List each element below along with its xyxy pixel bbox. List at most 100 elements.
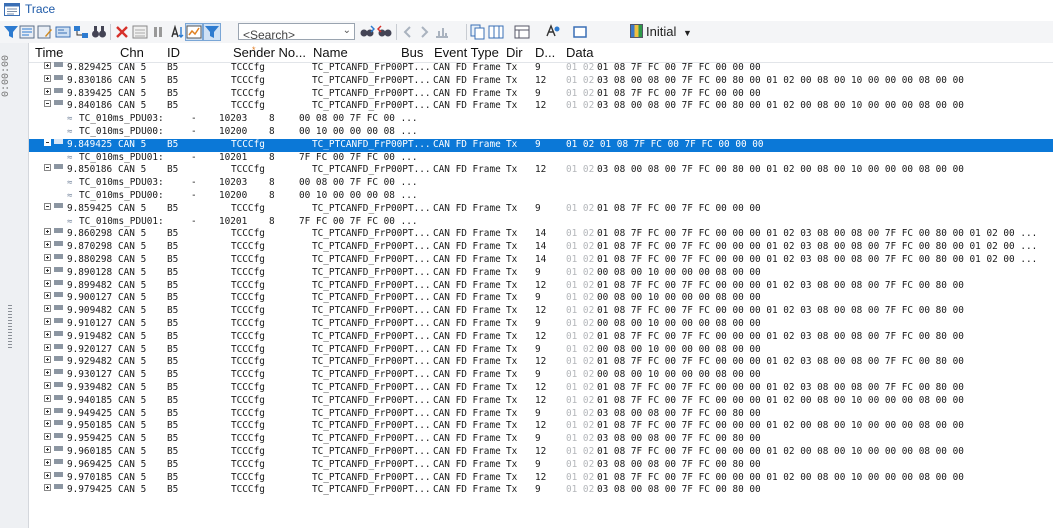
splitter-handle[interactable] <box>8 305 12 349</box>
expand-icon[interactable] <box>44 62 51 69</box>
trace-message-row[interactable]: 9.899482 CAN 5 B5 TCCCfg TC_PTCANFD_FrP00PT.… <box>29 279 1053 293</box>
expand-icon[interactable] <box>44 279 51 287</box>
trace-message-row[interactable]: 9.910127 CAN 5 B5 TCCCfg TC_PTCANFD_FrP00PT.… <box>29 317 1053 331</box>
expand-icon[interactable] <box>44 420 51 428</box>
column-chn[interactable]: Chn <box>120 45 144 60</box>
expand-icon[interactable] <box>44 317 51 325</box>
expand-icon[interactable] <box>44 433 51 441</box>
trace-message-row[interactable]: 9.949425 CAN 5 B5 TCCCfg TC_PTCANFD_FrP00PT.… <box>29 407 1053 421</box>
expand-icon[interactable] <box>44 407 51 415</box>
trace-message-row[interactable]: 9.930127 CAN 5 B5 TCCCfg TC_PTCANFD_FrP00PT.… <box>29 369 1053 382</box>
column-dir[interactable]: Dir <box>506 45 523 60</box>
forward-icon[interactable] <box>416 24 432 40</box>
expand-icon[interactable] <box>44 305 51 313</box>
trace-signal-row[interactable]: ≈ TC_010ms_PDU00: - 10200 8 00 10 00 00 00 08… <box>29 190 1053 203</box>
expand-icon[interactable] <box>44 241 51 249</box>
trace-message-row[interactable]: 9.850186 CAN 5 B5 TCCCfg TC_PTCANFD_FrP00PT.… <box>29 164 1053 177</box>
trace-message-row[interactable]: 9.960185 CAN 5 B5 TCCCfg TC_PTCANFD_FrP00PT.… <box>29 445 1053 459</box>
expand-icon[interactable] <box>44 74 51 82</box>
filter-group-icon[interactable] <box>73 24 89 40</box>
column-dlc[interactable]: D... <box>535 45 555 60</box>
trace-message-row[interactable]: 9.870298 CAN 5 B5 TCCCfg TC_PTCANFD_FrP00PT.… <box>29 241 1053 254</box>
column-time[interactable]: Time <box>35 45 63 60</box>
sort-icon[interactable] <box>168 24 184 40</box>
search-box[interactable]: ⌄ <box>238 23 355 43</box>
trace-signal-row[interactable]: ≈ TC_010ms_PDU03: - 10203 8 00 08 00 7F FC 00… <box>29 113 1053 126</box>
filter-list-icon[interactable] <box>19 24 35 40</box>
collapse-icon[interactable] <box>44 138 51 146</box>
trace-message-row[interactable]: 9.830186 CAN 5 B5 TCCCfg TC_PTCANFD_FrP00PT.… <box>29 74 1053 88</box>
expand-icon[interactable] <box>44 253 51 261</box>
trace-message-row[interactable]: 9.859425 CAN 5 B5 TCCCfg TC_PTCANFD_FrP00PT.… <box>29 202 1053 216</box>
trace-signal-row[interactable]: ≈ TC_010ms_PDU00: - 10200 8 00 10 00 00 00 08… <box>29 126 1053 139</box>
expand-icon[interactable] <box>44 330 51 338</box>
column-id[interactable]: ID <box>167 45 180 60</box>
trace-message-row[interactable]: 9.860298 CAN 5 B5 TCCCfg TC_PTCANFD_FrP00PT.… <box>29 228 1053 241</box>
find-next-icon[interactable] <box>359 24 375 40</box>
expand-icon[interactable] <box>44 471 51 479</box>
filter-options-icon[interactable] <box>55 24 71 40</box>
layout-icon[interactable] <box>514 24 530 40</box>
column-bus[interactable]: Bus <box>401 45 423 60</box>
copy-icon[interactable] <box>470 24 486 40</box>
color-icon[interactable] <box>572 24 588 40</box>
chart-toggle-icon[interactable] <box>185 23 203 41</box>
expand-icon[interactable] <box>44 484 51 492</box>
expand-icon[interactable] <box>44 356 51 364</box>
expand-icon[interactable] <box>44 343 51 351</box>
binoculars-icon[interactable] <box>91 24 107 40</box>
expand-icon[interactable] <box>44 266 51 274</box>
collapse-icon[interactable] <box>44 100 51 108</box>
marker-icon[interactable] <box>434 24 450 40</box>
trace-message-row[interactable]: 9.849425 CAN 5 B5 TCCCfg TC_PTCANFD_FrP00PT.… <box>29 138 1053 152</box>
pause-icon[interactable] <box>150 24 166 40</box>
expand-icon[interactable] <box>44 369 51 377</box>
collapse-icon[interactable] <box>44 164 51 172</box>
trace-message-row[interactable]: 9.900127 CAN 5 B5 TCCCfg TC_PTCANFD_FrP00PT.… <box>29 292 1053 305</box>
trace-message-row[interactable]: 9.940185 CAN 5 B5 TCCCfg TC_PTCANFD_FrP00PT.… <box>29 394 1053 408</box>
trace-message-row[interactable]: 9.970185 CAN 5 B5 TCCCfg TC_PTCANFD_FrP00PT.… <box>29 471 1053 485</box>
search-input[interactable] <box>239 27 343 43</box>
column-data[interactable]: Data <box>566 45 593 60</box>
back-icon[interactable] <box>400 24 416 40</box>
font-color-icon[interactable] <box>544 24 560 40</box>
expand-icon[interactable] <box>44 292 51 300</box>
data-prefix-cell: 01 02 <box>566 369 595 381</box>
trace-signal-row[interactable]: ≈ TC_010ms_PDU01: - 10201 8 7F FC 00 7F FC 00… <box>29 152 1053 165</box>
filter-active-icon[interactable] <box>203 23 221 41</box>
chevron-down-icon[interactable]: ⌄ <box>343 25 351 36</box>
trace-message-row[interactable]: 9.959425 CAN 5 B5 TCCCfg TC_PTCANFD_FrP00PT.… <box>29 433 1053 446</box>
trace-message-row[interactable]: 9.939482 CAN 5 B5 TCCCfg TC_PTCANFD_FrP00PT.… <box>29 381 1053 395</box>
column-event-type[interactable]: Event Type <box>434 45 499 60</box>
trace-message-row[interactable]: 9.919482 CAN 5 B5 TCCCfg TC_PTCANFD_FrP00PT.… <box>29 330 1053 344</box>
trace-message-row[interactable]: 9.929482 CAN 5 B5 TCCCfg TC_PTCANFD_FrP00PT.… <box>29 356 1053 369</box>
expand-icon[interactable] <box>44 458 51 466</box>
filter-icon[interactable] <box>3 24 19 40</box>
expand-icon[interactable] <box>44 394 51 402</box>
trace-message-row[interactable]: 9.839425 CAN 5 B5 TCCCfg TC_PTCANFD_FrP00PT.… <box>29 87 1053 101</box>
column-sender-node[interactable]: Sender No... <box>233 45 306 60</box>
trace-message-row[interactable]: 9.909482 CAN 5 B5 TCCCfg TC_PTCANFD_FrP00PT.… <box>29 305 1053 318</box>
initial-color-dropdown[interactable]: Initial ▼ <box>630 24 692 40</box>
expand-icon[interactable] <box>44 228 51 236</box>
trace-message-row[interactable]: 9.890128 CAN 5 B5 TCCCfg TC_PTCANFD_FrP00PT.… <box>29 266 1053 280</box>
trace-message-row[interactable]: 9.840186 CAN 5 B5 TCCCfg TC_PTCANFD_FrP00PT.… <box>29 100 1053 113</box>
trace-signal-row[interactable]: ≈ TC_010ms_PDU03: - 10203 8 00 08 00 7F FC 00… <box>29 177 1053 190</box>
trace-message-row[interactable]: 9.950185 CAN 5 B5 TCCCfg TC_PTCANFD_FrP00PT.… <box>29 420 1053 433</box>
expand-icon[interactable] <box>44 445 51 453</box>
filter-edit-icon[interactable] <box>37 24 53 40</box>
trace-message-row[interactable]: 9.880298 CAN 5 B5 TCCCfg TC_PTCANFD_FrP00PT.… <box>29 253 1053 267</box>
column-name[interactable]: Name <box>313 45 348 60</box>
trace-message-row[interactable]: 9.829425 CAN 5 B5 TCCCfg TC_PTCANFD_FrP00PT.… <box>29 62 1053 75</box>
chart-icon[interactable] <box>132 24 148 40</box>
trace-message-row[interactable]: 9.969425 CAN 5 B5 TCCCfg TC_PTCANFD_FrP00PT.… <box>29 458 1053 472</box>
trace-message-row[interactable]: 9.920127 CAN 5 B5 TCCCfg TC_PTCANFD_FrP00PT.… <box>29 343 1053 357</box>
columns-icon[interactable] <box>488 24 504 40</box>
expand-icon[interactable] <box>44 87 51 95</box>
expand-icon[interactable] <box>44 381 51 389</box>
delete-icon[interactable] <box>114 24 130 40</box>
trace-signal-row[interactable]: ≈ TC_010ms_PDU01: - 10201 8 7F FC 00 7F FC 00… <box>29 216 1053 229</box>
trace-message-row[interactable]: 9.979425 CAN 5 B5 TCCCfg TC_PTCANFD_FrP00PT.… <box>29 484 1053 497</box>
collapse-icon[interactable] <box>44 202 51 210</box>
find-previous-icon[interactable] <box>377 24 393 40</box>
